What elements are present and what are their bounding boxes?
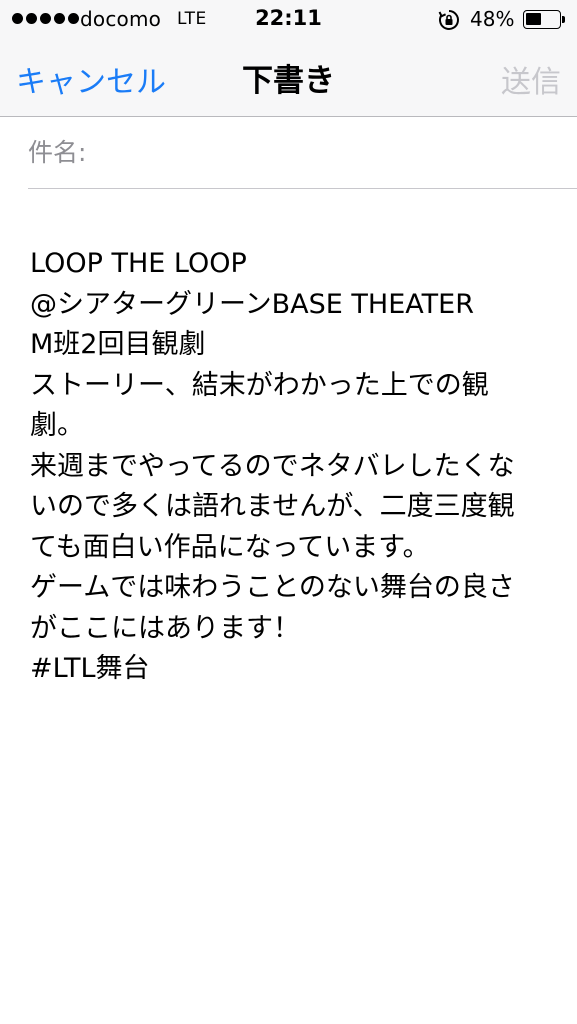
body-line: 劇。 [30, 410, 84, 441]
subject-input[interactable] [98, 127, 562, 173]
body-line: がここにはあります！ [30, 612, 300, 644]
body-line: M班2回目観劇 [30, 329, 206, 360]
subject-row: 件名: [28, 117, 577, 189]
body-line: LOOP THE LOOP [30, 248, 247, 279]
body-line: いので多くは語れませんが、二度三度観 [30, 491, 515, 522]
send-button[interactable]: 送信 [501, 57, 561, 101]
battery-icon [523, 10, 561, 29]
message-body[interactable]: LOOP THE LOOP @シアターグリーンBASE THEATER M班2回目観… [30, 244, 558, 690]
battery-level-fill [526, 13, 541, 25]
subject-label: 件名: [28, 138, 87, 167]
body-line: ストーリー、結末がわかった上での観 [30, 369, 489, 401]
rotation-lock-icon [438, 10, 459, 30]
top-chrome: docomo LTE 22:11 48% キャンセル 下書き 送信 [0, 0, 577, 117]
navigation-bar: キャンセル 下書き 送信 [0, 40, 577, 116]
body-line: @シアターグリーンBASE THEATER [30, 288, 474, 320]
body-line: #LTL舞台 [30, 653, 150, 684]
status-bar: docomo LTE 22:11 48% [0, 0, 577, 40]
body-line: ゲームでは味わうことのない舞台の良さ [30, 572, 515, 603]
cancel-button[interactable]: キャンセル [16, 57, 166, 101]
battery-tip [562, 16, 565, 23]
battery-percentage: 48% [470, 7, 515, 31]
body-line: ても面白い作品になっています。 [30, 531, 430, 563]
body-line: 来週までやってるのでネタバレしたくな [30, 450, 515, 482]
mail-compose-screen: docomo LTE 22:11 48% キャンセル 下書き 送信 件名: LO… [0, 0, 577, 1024]
